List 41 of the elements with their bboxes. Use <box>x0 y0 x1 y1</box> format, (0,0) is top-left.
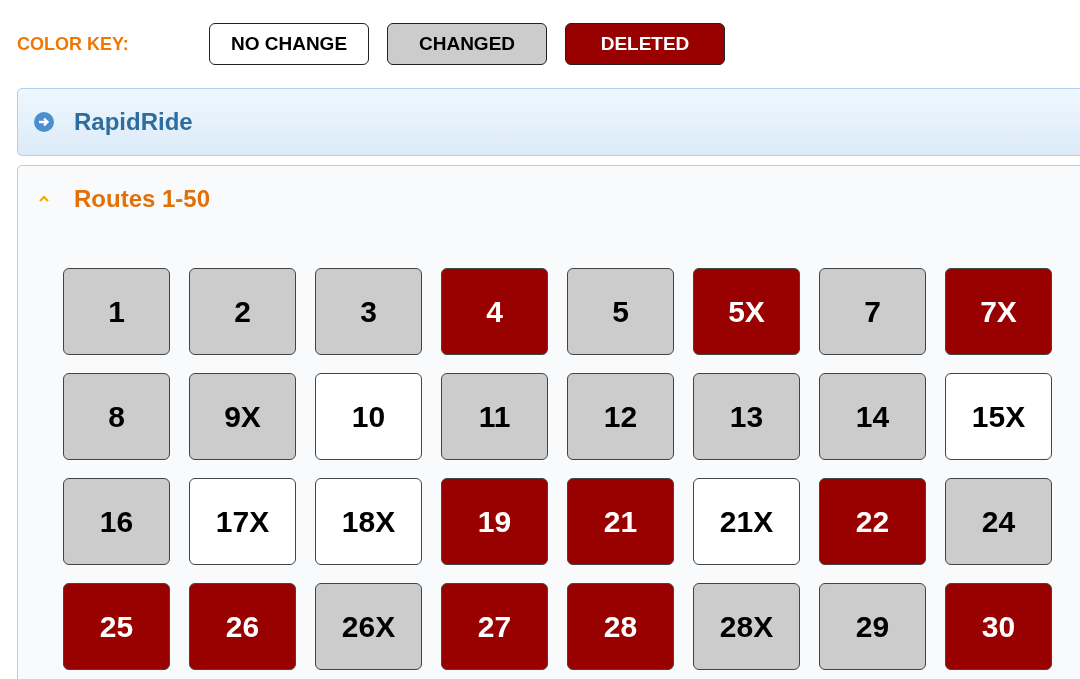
color-key-label: COLOR KEY: <box>17 33 130 55</box>
route-tile[interactable]: 16 <box>63 478 170 565</box>
route-tile[interactable]: 1 <box>63 268 170 355</box>
route-tile[interactable]: 18X <box>315 478 422 565</box>
route-tile[interactable]: 17X <box>189 478 296 565</box>
section-title: RapidRide <box>74 108 193 136</box>
route-tile[interactable]: 2 <box>189 268 296 355</box>
route-tile[interactable]: 19 <box>441 478 548 565</box>
accordion-header[interactable]: RapidRide <box>18 89 1080 155</box>
route-tile[interactable]: 30 <box>945 583 1052 670</box>
route-tile[interactable]: 21 <box>567 478 674 565</box>
caret-icon <box>38 195 50 203</box>
route-tile[interactable]: 13 <box>693 373 800 460</box>
route-tile[interactable]: 26X <box>315 583 422 670</box>
color-key-item: DELETED <box>565 23 725 65</box>
route-tile[interactable]: 5X <box>693 268 800 355</box>
route-tile[interactable]: 22 <box>819 478 926 565</box>
route-tile[interactable]: 24 <box>945 478 1052 565</box>
route-tile[interactable]: 29 <box>819 583 926 670</box>
route-tile[interactable]: 9X <box>189 373 296 460</box>
route-tile[interactable]: 25 <box>63 583 170 670</box>
route-tile[interactable]: 12 <box>567 373 674 460</box>
route-tile[interactable]: 28X <box>693 583 800 670</box>
arrow-circle-icon <box>34 112 54 132</box>
route-tile[interactable]: 21X <box>693 478 800 565</box>
route-tile[interactable]: 28 <box>567 583 674 670</box>
route-tile[interactable]: 5 <box>567 268 674 355</box>
route-tile[interactable]: 11 <box>441 373 548 460</box>
section-title: Routes 1-50 <box>74 185 211 213</box>
color-key-item: NO CHANGE <box>209 23 369 65</box>
route-tile[interactable]: 10 <box>315 373 422 460</box>
route-tile[interactable]: 14 <box>819 373 926 460</box>
route-tile[interactable]: 8 <box>63 373 170 460</box>
route-tile[interactable]: 15X <box>945 373 1052 460</box>
route-tile[interactable]: 7 <box>819 268 926 355</box>
route-tile[interactable]: 27 <box>441 583 548 670</box>
route-tile[interactable]: 3 <box>315 268 422 355</box>
route-tile[interactable]: 26 <box>189 583 296 670</box>
route-tile[interactable]: 4 <box>441 268 548 355</box>
route-tile[interactable]: 7X <box>945 268 1052 355</box>
color-key-item: CHANGED <box>387 23 547 65</box>
